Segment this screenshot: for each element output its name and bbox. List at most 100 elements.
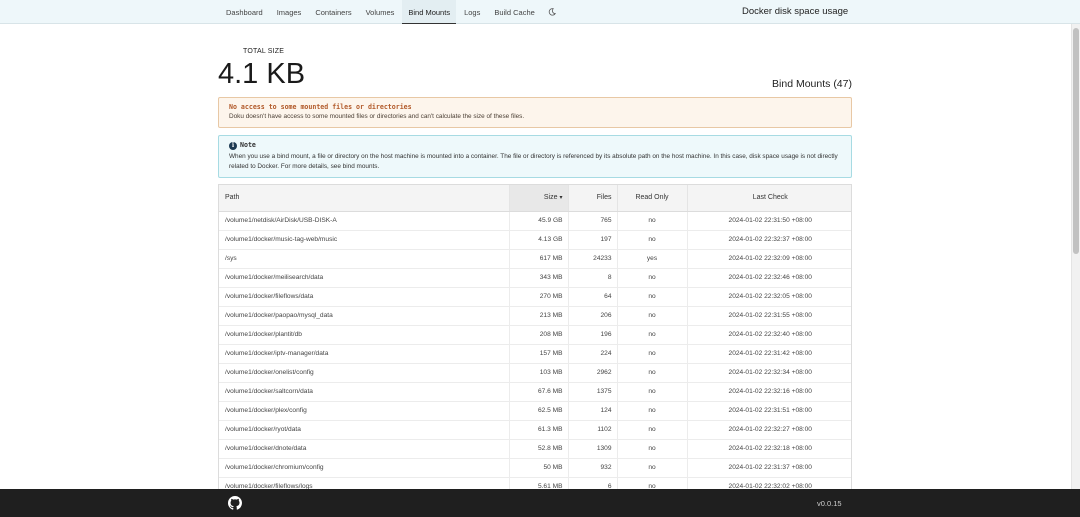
cell-files: 206	[568, 306, 618, 326]
table-row[interactable]: /volume1/docker/fileflows/data 270 MB 64 no…	[219, 287, 851, 307]
cell-size: 61.3 MB	[509, 420, 569, 440]
cell-files: 124	[568, 401, 618, 421]
cell-read-only: no	[617, 230, 688, 250]
info-icon: i	[229, 141, 237, 150]
cell-files: 1102	[568, 420, 618, 440]
cell-path: /volume1/docker/plantit/db	[219, 325, 510, 345]
nav-tab-volumes[interactable]: Volumes	[360, 0, 401, 24]
note-alert: i Note When you use a bind mount, a file…	[218, 135, 852, 178]
cell-read-only: no	[617, 306, 688, 326]
cell-read-only: no	[617, 268, 688, 288]
sort-desc-icon: ▾	[559, 195, 563, 202]
nav-tab-bind-mounts[interactable]: Bind Mounts	[402, 0, 457, 24]
cell-last-check: 2024-01-02 22:32:34 +08:00	[687, 363, 851, 383]
nav-tab-images[interactable]: Images	[271, 0, 308, 24]
cell-files: 765	[568, 211, 618, 231]
nav-tab-logs[interactable]: Logs	[458, 0, 486, 24]
cell-read-only: no	[617, 382, 688, 402]
cell-path: /volume1/docker/paopao/mysql_data	[219, 306, 510, 326]
cell-read-only: yes	[617, 249, 688, 269]
table-row[interactable]: /volume1/docker/dnote/data 52.8 MB 1309 no 2…	[219, 439, 851, 459]
cell-last-check: 2024-01-02 22:32:46 +08:00	[687, 268, 851, 288]
table-row[interactable]: /volume1/docker/fileflows/logs 5.61 MB 6 no…	[219, 477, 851, 489]
cell-last-check: 2024-01-02 22:31:37 +08:00	[687, 458, 851, 478]
note-text: When you use a bind mount, a file or dir…	[229, 153, 838, 170]
cell-path: /volume1/docker/fileflows/logs	[219, 477, 510, 489]
cell-last-check: 2024-01-02 22:32:16 +08:00	[687, 382, 851, 402]
cell-files: 1309	[568, 439, 618, 459]
cell-files: 24233	[568, 249, 618, 269]
cell-files: 932	[568, 458, 618, 478]
warning-text: Doku doesn't have access to some mounted…	[229, 113, 525, 120]
table-row[interactable]: /volume1/docker/music-tag-web/music 4.13 …	[219, 230, 851, 250]
cell-last-check: 2024-01-02 22:32:37 +08:00	[687, 230, 851, 250]
table-row[interactable]: /volume1/docker/plex/config 62.5 MB 124 no 2…	[219, 401, 851, 421]
cell-read-only: no	[617, 420, 688, 440]
cell-size: 52.8 MB	[509, 439, 569, 459]
bind-mounts-table: Path Size ▾ Files Read Only Last Check /v…	[218, 184, 852, 489]
table-row[interactable]: /volume1/docker/plantit/db 208 MB 196 no 202…	[219, 325, 851, 345]
app-version: v0.0.15	[817, 499, 842, 508]
column-header-path[interactable]: Path	[219, 185, 510, 212]
cell-files: 224	[568, 344, 618, 364]
cell-last-check: 2024-01-02 22:31:51 +08:00	[687, 401, 851, 421]
column-header-files[interactable]: Files	[568, 185, 618, 212]
cell-last-check: 2024-01-02 22:31:42 +08:00	[687, 344, 851, 364]
scrollbar-thumb[interactable]	[1073, 28, 1079, 254]
cell-last-check: 2024-01-02 22:31:50 +08:00	[687, 211, 851, 231]
table-row[interactable]: /volume1/netdisk/AirDisk/USB-DISK-A 45.9 …	[219, 211, 851, 231]
app-title: Docker disk space usage	[742, 6, 849, 17]
table-row[interactable]: /volume1/docker/meilisearch/data 343 MB 8 n…	[219, 268, 851, 288]
column-header-last-check[interactable]: Last Check	[687, 185, 851, 212]
nav-tab-dashboard[interactable]: Dashboard	[220, 0, 269, 24]
cell-files: 6	[568, 477, 618, 489]
column-header-size[interactable]: Size ▾	[509, 185, 569, 212]
cell-path: /volume1/docker/meilisearch/data	[219, 268, 510, 288]
cell-size: 50 MB	[509, 458, 569, 478]
table-row[interactable]: /volume1/docker/iptv-manager/data 157 MB 2…	[219, 344, 851, 364]
main-nav: Dashboard Images Containers Volumes Bind Mou…	[220, 0, 563, 24]
cell-read-only: no	[617, 325, 688, 345]
cell-size: 270 MB	[509, 287, 569, 307]
cell-last-check: 2024-01-02 22:31:55 +08:00	[687, 306, 851, 326]
table-row[interactable]: /volume1/docker/ryot/data 61.3 MB 1102 no 20…	[219, 420, 851, 440]
table-row[interactable]: /volume1/docker/paopao/mysql_data 213 MB 2…	[219, 306, 851, 326]
size-header-label: Size	[543, 194, 558, 202]
cell-last-check: 2024-01-02 22:32:40 +08:00	[687, 325, 851, 345]
cell-path: /volume1/docker/plex/config	[219, 401, 510, 421]
warning-title: No access to some mounted files or direc…	[229, 103, 412, 111]
column-header-read-only[interactable]: Read Only	[617, 185, 688, 212]
cell-path: /sys	[219, 249, 510, 269]
github-icon[interactable]	[228, 496, 242, 510]
cell-files: 2962	[568, 363, 618, 383]
nav-tab-containers[interactable]: Containers	[309, 0, 357, 24]
moon-icon	[548, 8, 556, 16]
footer: v0.0.15	[0, 489, 1080, 517]
table-row[interactable]: /volume1/docker/chromium/config 50 MB 932 n…	[219, 458, 851, 478]
cell-files: 196	[568, 325, 618, 345]
top-nav-bar: Dashboard Images Containers Volumes Bind Mou…	[0, 0, 1080, 24]
section-title: Bind Mounts (47)	[772, 78, 852, 90]
cell-size: 45.9 GB	[509, 211, 569, 231]
cell-read-only: no	[617, 363, 688, 383]
table-row[interactable]: /sys 617 MB 24233 yes 2024-01-02 22:32:09 +0…	[219, 249, 851, 269]
cell-path: /volume1/docker/music-tag-web/music	[219, 230, 510, 250]
cell-path: /volume1/docker/iptv-manager/data	[219, 344, 510, 364]
cell-path: /volume1/docker/ryot/data	[219, 420, 510, 440]
cell-size: 4.13 GB	[509, 230, 569, 250]
cell-read-only: no	[617, 401, 688, 421]
no-access-warning: No access to some mounted files or direc…	[218, 97, 852, 128]
cell-path: /volume1/docker/fileflows/data	[219, 287, 510, 307]
note-title: Note	[240, 141, 256, 149]
cell-size: 62.5 MB	[509, 401, 569, 421]
cell-size: 617 MB	[509, 249, 569, 269]
cell-path: /volume1/docker/chromium/config	[219, 458, 510, 478]
page-scrollbar[interactable]	[1071, 24, 1080, 489]
cell-last-check: 2024-01-02 22:32:05 +08:00	[687, 287, 851, 307]
cell-files: 64	[568, 287, 618, 307]
theme-toggle-button[interactable]	[541, 0, 563, 24]
table-row[interactable]: /volume1/docker/saltcorn/data 67.6 MB 1375…	[219, 382, 851, 402]
table-row[interactable]: /volume1/docker/onelist/config 103 MB 2962…	[219, 363, 851, 383]
nav-tab-build-cache[interactable]: Build Cache	[488, 0, 540, 24]
cell-read-only: no	[617, 439, 688, 459]
